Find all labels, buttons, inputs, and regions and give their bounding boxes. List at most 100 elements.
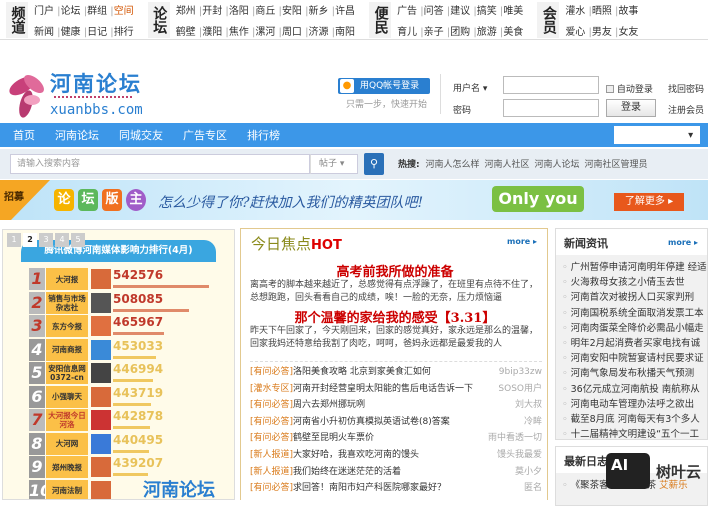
channel-link[interactable]: 空间: [114, 2, 134, 17]
news-item[interactable]: 河南肉蛋菜全降价必需品小幅走: [562, 321, 707, 336]
topic-item[interactable]: [有问必答] 求回答！南阳市妇产科医院哪家最好？ 匿名: [250, 480, 542, 497]
topic-category[interactable]: [新人报道]: [250, 464, 293, 481]
channel-link[interactable]: 健康: [61, 23, 88, 38]
page-dot[interactable]: 2: [23, 233, 37, 247]
channel-link[interactable]: 洛阳: [229, 2, 256, 17]
channel-link[interactable]: 门户: [34, 2, 61, 17]
topic-category[interactable]: [灌水专区]: [250, 381, 293, 398]
news-item[interactable]: 河南气象局发布秋播天气预测: [562, 366, 707, 381]
news-more-link[interactable]: more ▸: [668, 238, 698, 247]
page-dot[interactable]: 5: [71, 233, 85, 247]
page-dot[interactable]: 4: [55, 233, 69, 247]
password-input[interactable]: [503, 99, 599, 117]
channel-link[interactable]: 美食: [503, 23, 523, 38]
hot-link[interactable]: 河南人论坛: [535, 160, 580, 170]
topic-item[interactable]: [新人报道] 大家好哈，我喜欢吃河南的馒头 馒头我最爱: [250, 447, 542, 464]
nav-henan-forum[interactable]: 河南论坛: [55, 127, 99, 143]
search-type-select[interactable]: 帖子 ▾: [310, 154, 358, 174]
quick-nav-dropdown[interactable]: 快捷导航 ▾: [614, 126, 700, 144]
hot-link[interactable]: 河南人社区: [485, 160, 530, 170]
news-item[interactable]: 河南安阳中院暂宴请村民要求证: [562, 351, 707, 366]
channel-link[interactable]: 周口: [282, 23, 309, 38]
topic-category[interactable]: [有问必答]: [250, 414, 293, 431]
topic-item[interactable]: [有问必答] 河南省小升初仿真模拟英语试卷(8)答案 冷眸: [250, 414, 542, 431]
news-item[interactable]: 十二届精神文明建设“五个一工: [562, 427, 707, 442]
nav-ads[interactable]: 广告专区: [183, 127, 227, 143]
channel-link[interactable]: 新乡: [309, 2, 336, 17]
username-input[interactable]: [503, 76, 599, 94]
channel-link[interactable]: 搞笑: [477, 2, 504, 17]
channel-link[interactable]: 问答: [424, 2, 451, 17]
hot-link[interactable]: 河南人怎么样: [425, 160, 479, 170]
topic-author[interactable]: 莫小夕: [515, 464, 542, 481]
channel-link[interactable]: 新闻: [34, 23, 61, 38]
topic-item[interactable]: [有问必答] 洛阳美食攻略 北京到家美食汇如何 9bip33zw: [250, 364, 542, 381]
recruit-banner[interactable]: 招募 论 坛 版 主 怎么少得了你?赶快加入我们的精英团队吧! Only you…: [0, 180, 708, 220]
nav-ranking[interactable]: 排行榜: [247, 127, 280, 143]
channel-link[interactable]: 故事: [618, 2, 638, 17]
register-link[interactable]: 注册会员: [668, 103, 704, 116]
channel-link[interactable]: 排行: [114, 23, 134, 38]
topic-author[interactable]: 9bip33zw: [499, 364, 542, 381]
page-dot[interactable]: 3: [39, 233, 53, 247]
topic-category[interactable]: [有问必答]: [250, 430, 293, 447]
channel-link[interactable]: 育儿: [397, 23, 424, 38]
topic-author[interactable]: 刘大叔: [515, 397, 542, 414]
topic-item[interactable]: [新人报道] 我们始终在迷迷茫茫的活着 莫小夕: [250, 464, 542, 481]
topic-author[interactable]: SOSO用户: [498, 381, 542, 398]
topic-item[interactable]: [有问必答] 鹤壁至昆明火车票价 雨中看透一切: [250, 430, 542, 447]
topic-title[interactable]: 河南省小升初仿真模拟英语试卷(8)答案: [293, 414, 524, 431]
topic-author[interactable]: 雨中看透一切: [488, 430, 542, 447]
topic-title[interactable]: 鹤壁至昆明火车票价: [293, 430, 488, 447]
topic-title[interactable]: 洛阳美食攻略 北京到家美食汇如何: [293, 364, 499, 381]
news-item[interactable]: 36亿元成立河南航投 南航称从: [562, 382, 707, 397]
topic-title[interactable]: 我们始终在迷迷茫茫的活着: [293, 464, 515, 481]
channel-link[interactable]: 群组: [87, 2, 114, 17]
topic-category[interactable]: [有问必答]: [250, 364, 293, 381]
channel-link[interactable]: 漯河: [255, 23, 282, 38]
channel-link[interactable]: 论坛: [61, 2, 88, 17]
learn-more-button[interactable]: 了解更多 ▸: [614, 193, 684, 211]
topic-title[interactable]: 大家好哈，我喜欢吃河南的馒头: [293, 447, 497, 464]
news-item[interactable]: 河南首次对被拐人口买家判刑: [562, 290, 707, 305]
channel-link[interactable]: 建议: [450, 2, 477, 17]
news-item[interactable]: 河南国税系统全面取消发票工本: [562, 306, 707, 321]
channel-link[interactable]: 亲子: [424, 23, 451, 38]
focus-more-link[interactable]: more ▸: [507, 237, 537, 246]
nav-dating[interactable]: 同城交友: [119, 127, 163, 143]
topic-title[interactable]: 求回答！南阳市妇产科医院哪家最好？: [293, 480, 524, 497]
channel-link[interactable]: 广告: [397, 2, 424, 17]
channel-link[interactable]: 爱心: [565, 23, 592, 38]
news-item[interactable]: 河南电动车管理办法呼之欲出: [562, 397, 707, 412]
search-button[interactable]: ⚲: [364, 153, 384, 175]
username-label[interactable]: 用户名 ▾: [453, 81, 487, 94]
topic-author[interactable]: 冷眸: [524, 414, 542, 431]
channel-link[interactable]: 灌水: [565, 2, 592, 17]
channel-link[interactable]: 鹤壁: [176, 23, 203, 38]
focus-headline[interactable]: 高考前我所做的准备: [241, 261, 549, 280]
channel-link[interactable]: 团购: [450, 23, 477, 38]
channel-link[interactable]: 女友: [618, 23, 638, 38]
search-input[interactable]: 请输入搜索内容: [10, 154, 310, 174]
hot-link[interactable]: 河南社区管理员: [585, 160, 648, 170]
channel-link[interactable]: 旅游: [477, 23, 504, 38]
news-item[interactable]: 明年2月起消费者买家电找有诚: [562, 336, 707, 351]
topic-author[interactable]: 匿名: [524, 480, 542, 497]
login-button[interactable]: 登录: [606, 99, 656, 117]
news-item[interactable]: 广州暂停申请河南明年停建 经适: [562, 260, 707, 275]
qq-login-button[interactable]: ● 用QQ帐号登录: [338, 78, 430, 94]
topic-item[interactable]: [灌水专区] 河南开封经营皇明太阳能的售后电话告诉一下 SOSO用户: [250, 381, 542, 398]
channel-link[interactable]: 郑州: [176, 2, 203, 17]
topic-category[interactable]: [有问必答]: [250, 397, 293, 414]
channel-link[interactable]: 濮阳: [202, 23, 229, 38]
channel-link[interactable]: 许昌: [335, 2, 355, 17]
channel-link[interactable]: 男友: [592, 23, 619, 38]
topic-title[interactable]: 周六去郑州挪玩咧: [293, 397, 515, 414]
topic-item[interactable]: [有问必答] 周六去郑州挪玩咧 刘大叔: [250, 397, 542, 414]
channel-link[interactable]: 唯美: [503, 2, 523, 17]
channel-link[interactable]: 济源: [309, 23, 336, 38]
topic-category[interactable]: [有问必答]: [250, 480, 293, 497]
find-password-link[interactable]: 找回密码: [668, 82, 704, 95]
channel-link[interactable]: 南阳: [335, 23, 355, 38]
channel-link[interactable]: 日记: [87, 23, 114, 38]
